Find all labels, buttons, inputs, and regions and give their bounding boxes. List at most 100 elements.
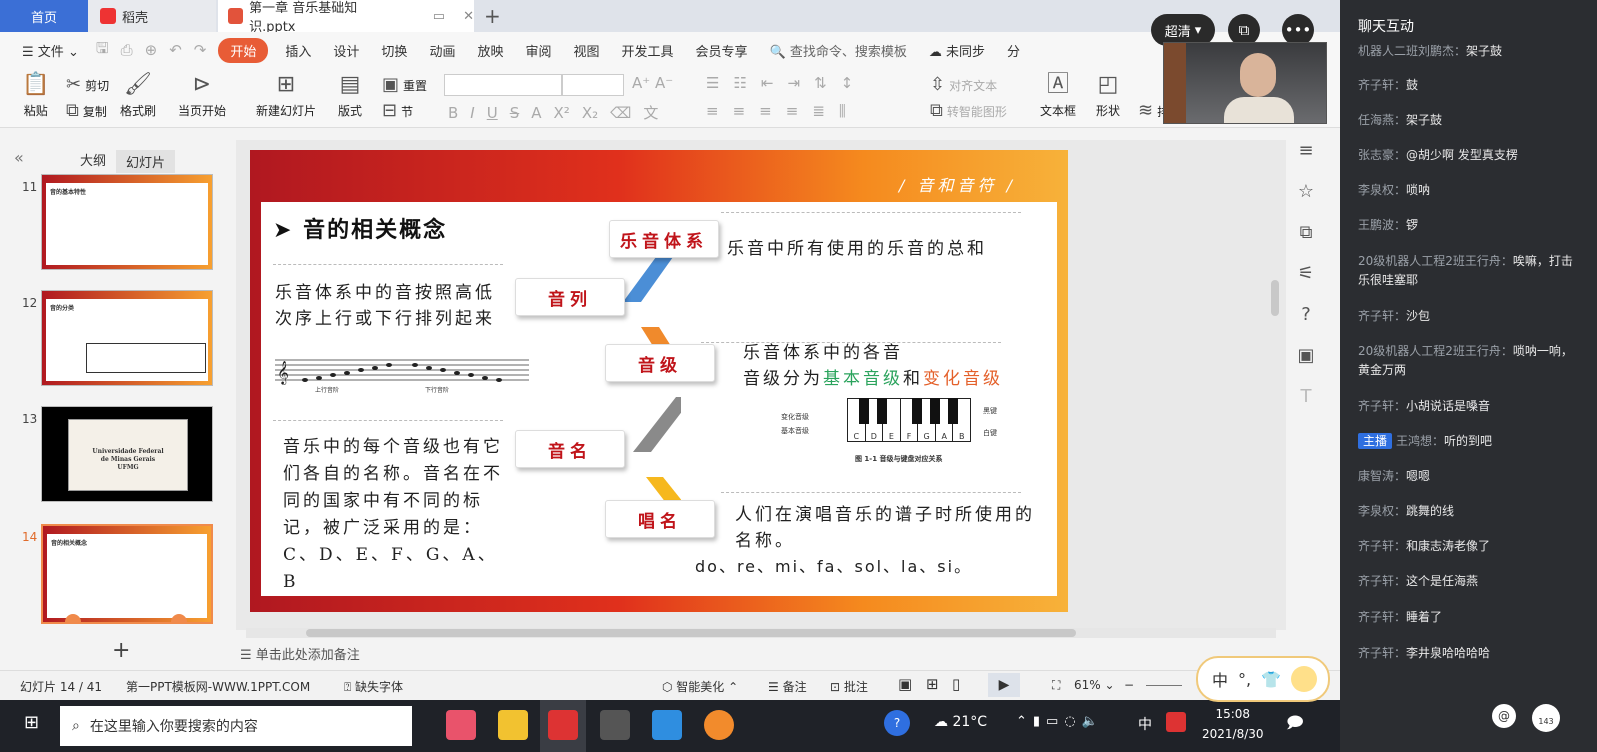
clock[interactable]: 15:08 2021/8/30 — [1202, 704, 1264, 744]
zoom-slider[interactable] — [1146, 685, 1182, 686]
menu-insert[interactable]: 插入 — [274, 41, 322, 60]
slide-thumb-14[interactable]: 音的相关概念 — [41, 524, 213, 624]
textbox-button[interactable]: 🄰 文本框 — [1040, 74, 1076, 119]
menu-developer[interactable]: 开发工具 — [611, 41, 685, 60]
sorter-view-icon[interactable]: ⊞ — [926, 675, 939, 693]
slide-thumb-11[interactable]: 音的基本特性 — [41, 174, 213, 270]
zoom-out-icon[interactable]: − — [1124, 678, 1134, 692]
comment-button[interactable]: ⊡ 批注 — [830, 678, 868, 695]
menu-start[interactable]: 开始 — [218, 37, 269, 63]
tab-slides[interactable]: 幻灯片 — [116, 150, 176, 173]
smartart-button[interactable]: ⧉ 转智能图形 — [930, 102, 1007, 120]
notes-area[interactable]: ☰ 单击此处添加备注 — [240, 644, 360, 663]
video-app-icon[interactable] — [704, 710, 734, 740]
section-button[interactable]: ⊟ 节 — [382, 102, 413, 120]
wps-app-icon[interactable] — [540, 700, 586, 752]
concept-tone-system[interactable]: 乐音体系 — [609, 220, 719, 258]
cut-button[interactable]: ✂ 剪切 — [66, 76, 109, 94]
reading-view-icon[interactable]: ▯ — [952, 675, 960, 693]
zoom-level[interactable]: 61% ⌄ — [1074, 678, 1115, 692]
text-direction-icon[interactable]: ⇅ — [814, 74, 827, 92]
ime-indicator[interactable]: 中 — [1138, 714, 1152, 734]
tab-home[interactable]: 首页 — [0, 0, 88, 32]
tab-outline[interactable]: 大纲 — [80, 150, 106, 169]
add-slide-button[interactable]: + — [112, 638, 130, 663]
concept-scale[interactable]: 音列 — [515, 278, 625, 316]
align-left-icon[interactable]: ≡ — [706, 102, 719, 120]
play-from-current-button[interactable]: ⊳ 当页开始 — [178, 74, 226, 119]
numbered-list-icon[interactable]: ☷ — [733, 74, 746, 92]
notes-toggle[interactable]: ☰ 备注 — [768, 678, 807, 695]
settings-sliders-icon[interactable]: ⚟ — [1298, 263, 1314, 284]
normal-view-icon[interactable]: ▣ — [898, 675, 912, 693]
align-text-button[interactable]: ⇳ 对齐文本 — [930, 76, 997, 94]
menu-animation[interactable]: 动画 — [418, 41, 466, 60]
line-spacing-icon[interactable]: ↕ — [841, 74, 854, 92]
font-grow-icon[interactable]: A⁺ A⁻ — [632, 74, 673, 92]
clear-format-icon[interactable]: ⌫ — [610, 104, 631, 122]
star-icon[interactable]: ☆ — [1298, 181, 1314, 202]
menu-design[interactable]: 设计 — [322, 41, 370, 60]
notification-icon[interactable]: 🗩 — [1286, 712, 1304, 739]
feishu-app-icon[interactable] — [652, 710, 682, 740]
bullet-list-icon[interactable]: ☰ — [706, 74, 719, 92]
sogou-icon[interactable] — [1166, 712, 1186, 732]
help-icon[interactable]: ? — [1301, 304, 1311, 325]
windows-start-icon[interactable]: ⊞ — [24, 712, 39, 733]
copy-button[interactable]: ⧉ 复制 — [66, 102, 107, 120]
column-icon[interactable]: ⫼ — [839, 102, 846, 120]
menu-view[interactable]: 视图 — [562, 41, 610, 60]
chat-action-icon[interactable]: @ — [1492, 704, 1516, 728]
font-size-select[interactable] — [562, 74, 624, 96]
close-tab-icon[interactable]: ✕ — [463, 9, 474, 24]
undo-icon[interactable]: ↶ — [163, 41, 188, 59]
underline-icon[interactable]: U — [487, 104, 498, 122]
print-icon[interactable]: ⎙ — [115, 41, 139, 59]
new-slide-button[interactable]: ⊞ 新建幻灯片 — [256, 74, 316, 119]
taskbar-search[interactable]: ⌕ 在这里输入你要搜索的内容 — [60, 706, 412, 746]
bold-icon[interactable]: B — [448, 104, 458, 122]
text-icon[interactable]: T — [1301, 386, 1312, 407]
ime-widget[interactable]: 中 °, 👕 — [1196, 656, 1330, 702]
align-right-icon[interactable]: ≡ — [759, 102, 772, 120]
paste-button[interactable]: 📋 粘贴 — [22, 74, 49, 119]
concept-solfege[interactable]: 唱名 — [605, 500, 715, 538]
new-tab-button[interactable]: + — [484, 0, 501, 32]
strikethrough-icon[interactable]: S — [510, 104, 520, 122]
pin-icon[interactable]: ▭ — [433, 9, 445, 24]
redo-icon[interactable]: ↷ — [188, 41, 213, 59]
piano-app-icon[interactable] — [600, 710, 630, 740]
justify-icon[interactable]: ≡ — [786, 102, 799, 120]
distribute-icon[interactable]: ≣ — [812, 102, 825, 120]
sync-status[interactable]: ☁ 未同步 — [918, 41, 996, 60]
transform-icon[interactable]: ⧉ — [1300, 222, 1313, 243]
indent-icon[interactable]: ⇥ — [787, 74, 800, 92]
concept-degree[interactable]: 音级 — [605, 344, 715, 382]
beautify-button[interactable]: ⬡ 智能美化 ⌃ — [662, 678, 738, 695]
missing-font-button[interactable]: ⍰ 缺失字体 — [344, 678, 403, 695]
slide-14[interactable]: / 音和音符 / ➤ 音的相关概念 乐音体系 音列 音级 音名 唱名 乐音中所有… — [250, 150, 1068, 612]
share-button[interactable]: 分 — [996, 41, 1031, 60]
play-slideshow-button[interactable]: ▶ — [988, 673, 1020, 697]
preview-icon[interactable]: ⊕ — [139, 41, 164, 59]
media-icon[interactable]: ▣ — [1297, 345, 1314, 366]
tab-daoke[interactable]: 稻壳 — [88, 0, 216, 32]
shape-button[interactable]: ◰ 形状 — [1096, 74, 1120, 119]
app-lili-icon[interactable] — [446, 710, 476, 740]
horizontal-scrollbar[interactable] — [246, 628, 1276, 638]
vertical-scrollbar[interactable] — [1268, 140, 1282, 625]
slide-thumb-12[interactable]: 音的分类 — [41, 290, 213, 386]
outdent-icon[interactable]: ⇤ — [761, 74, 774, 92]
weather-widget[interactable]: ☁ 21°C — [934, 714, 987, 730]
phonetic-icon[interactable]: ⽂ — [643, 102, 658, 123]
layout-button[interactable]: ▤ 版式 — [338, 74, 362, 119]
font-family-select[interactable] — [444, 74, 562, 96]
menu-review[interactable]: 审阅 — [514, 41, 562, 60]
reset-button[interactable]: ▣ 重置 — [382, 76, 427, 94]
save-icon[interactable]: 🖫 — [90, 38, 115, 63]
slide-thumb-13[interactable]: Universidade Federal de Minas Gerais UFM… — [41, 406, 213, 502]
presenter-camera[interactable] — [1163, 42, 1327, 124]
help-tray-icon[interactable]: ? — [884, 710, 910, 736]
command-search[interactable]: 🔍 查找命令、搜索模板 — [759, 41, 918, 60]
tab-document[interactable]: 第一章 音乐基础知识.pptx ▭ ✕ — [218, 0, 474, 35]
